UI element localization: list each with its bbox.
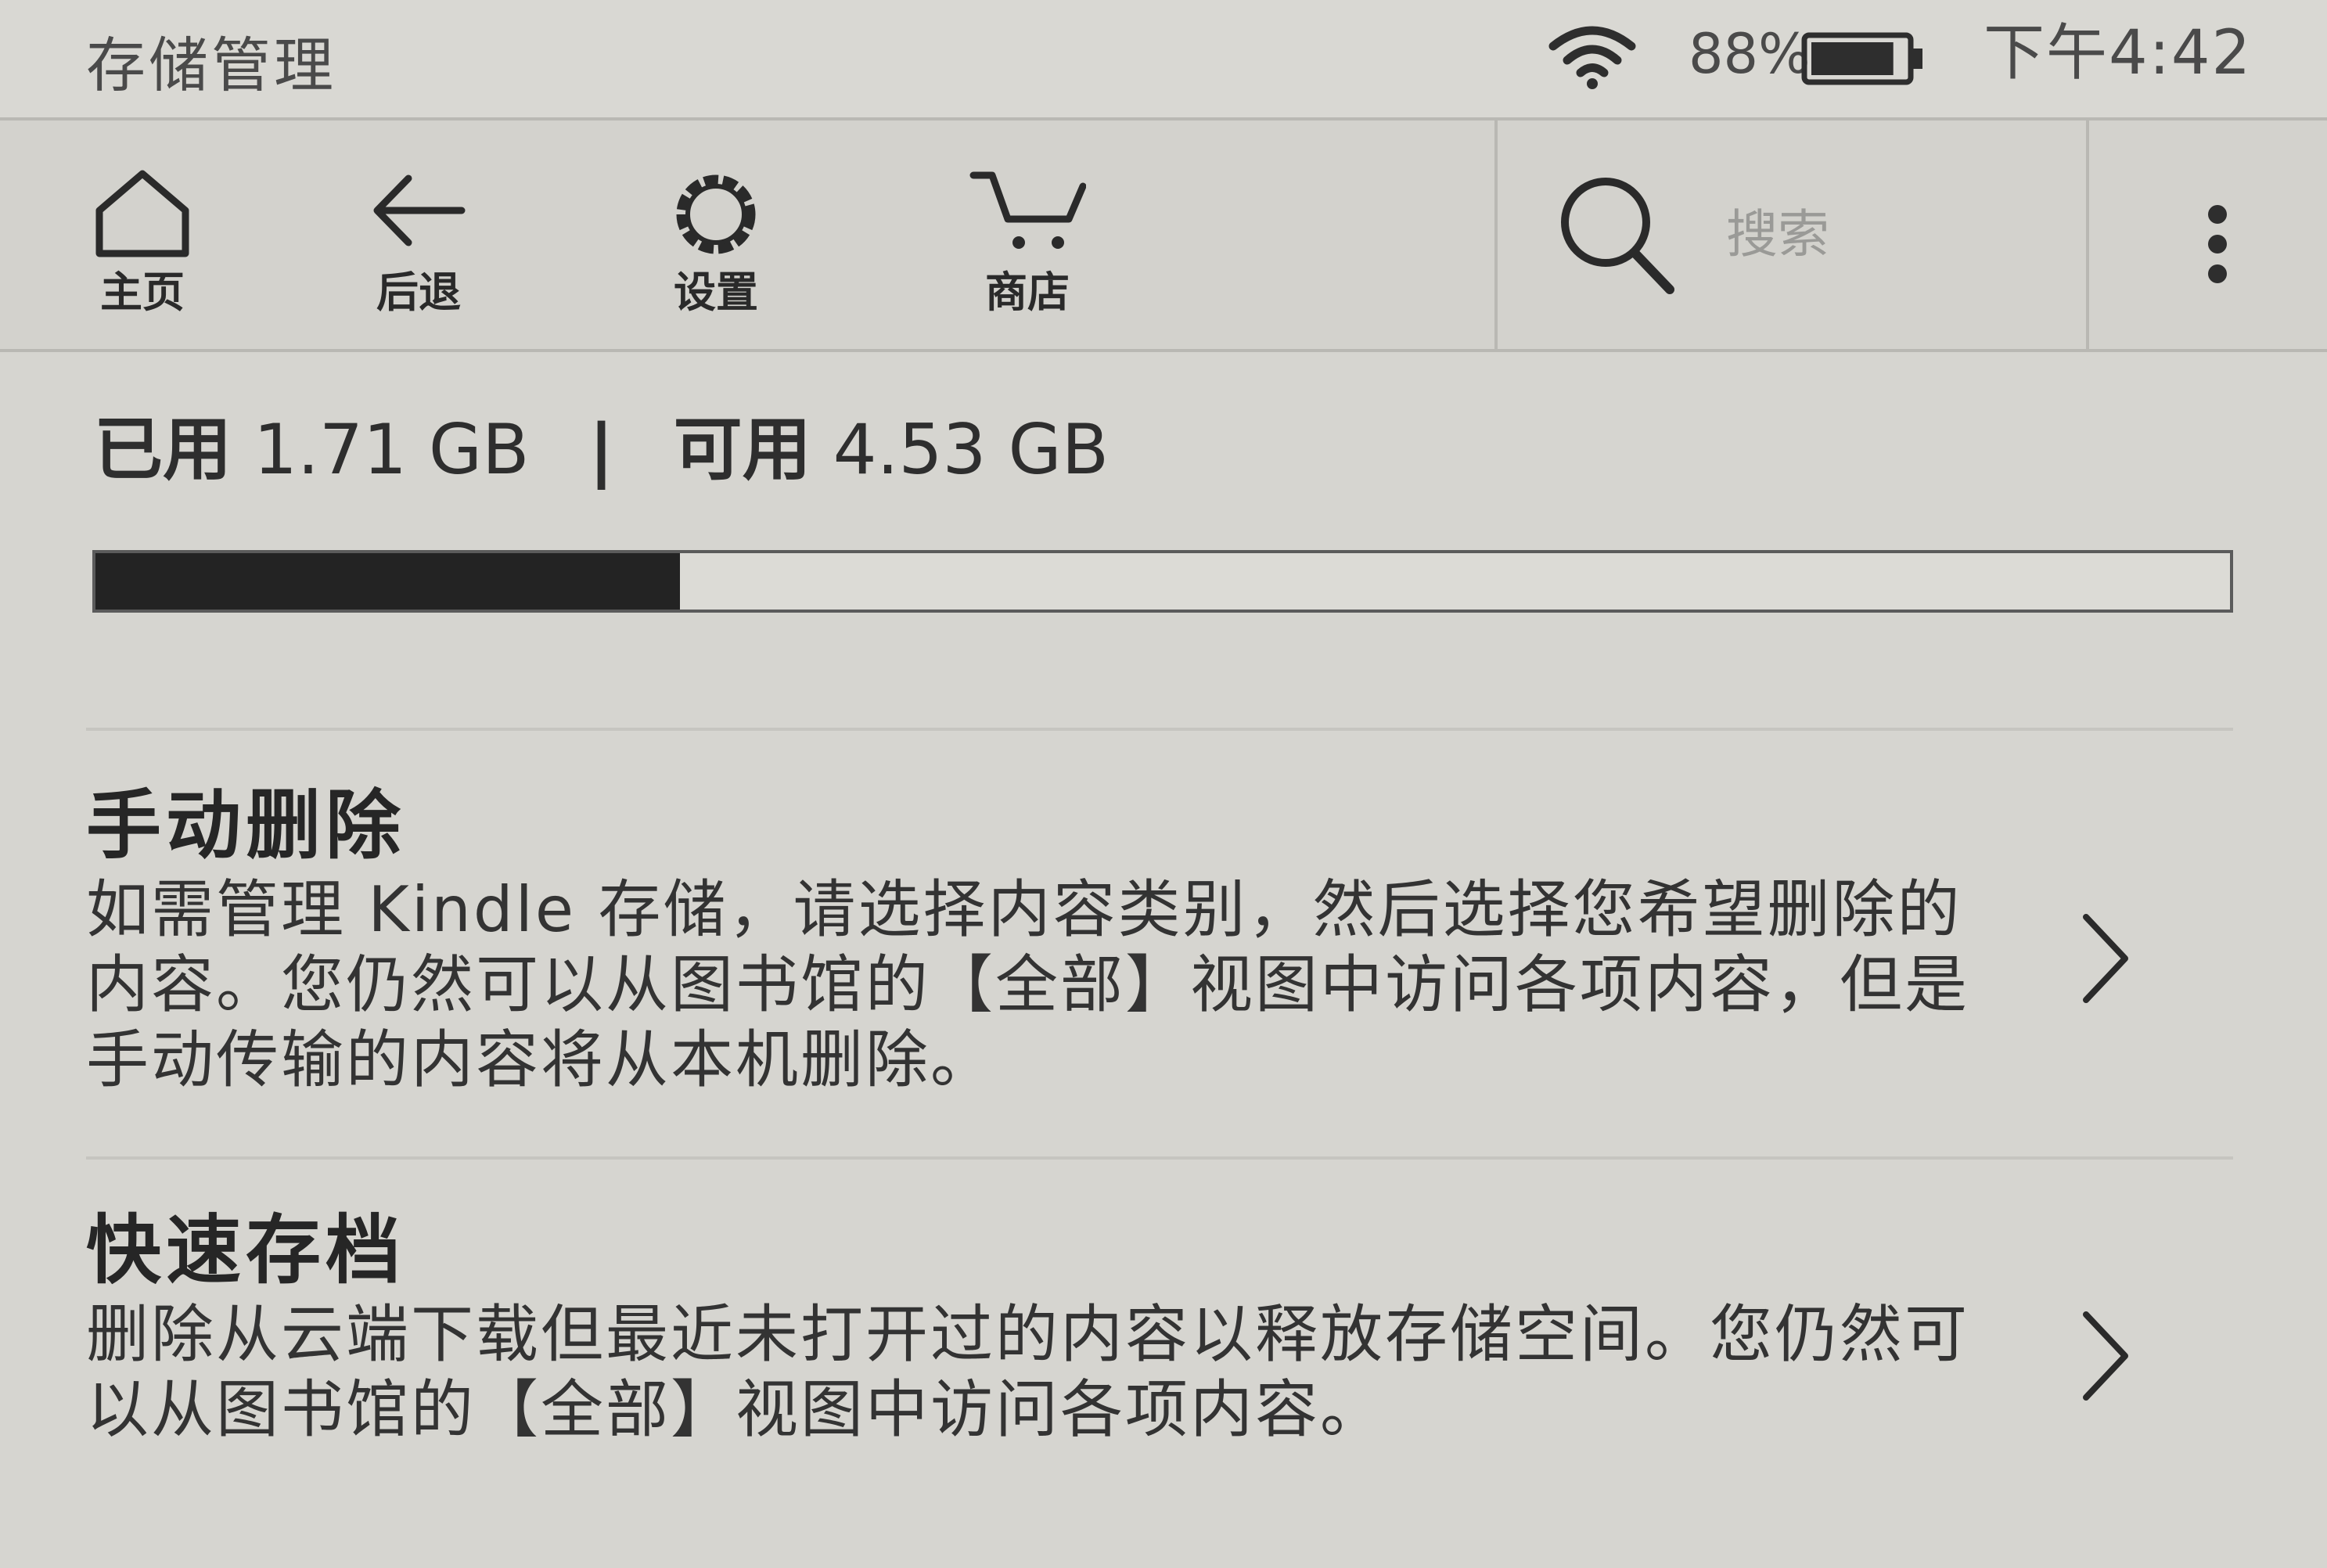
back-button[interactable]: 后退	[336, 120, 501, 349]
storage-usage-bar	[92, 550, 2233, 613]
used-value: 1.71 GB	[254, 409, 530, 490]
home-button-label: 主页	[100, 268, 185, 317]
storage-summary: 已用 1.71 GB | 可用 4.53 GB	[94, 407, 1109, 493]
storage-usage-fill	[95, 553, 681, 610]
battery-percentage: 88%	[1689, 22, 1811, 86]
clock: 下午4:42	[1984, 18, 2253, 88]
battery-icon	[1801, 32, 1922, 85]
search-box[interactable]	[1499, 120, 2086, 349]
storage-separator: |	[588, 409, 614, 490]
search-icon[interactable]	[1554, 167, 1679, 300]
battery-level-fill	[1811, 42, 1894, 75]
cart-icon	[969, 171, 1086, 249]
page-title: 存储管理	[86, 31, 336, 100]
toolbar-divider	[2086, 120, 2089, 349]
chevron-right-icon	[2083, 1311, 2128, 1401]
quick-archive-description: 删除从云端下载但最近未打开过的内容以释放存储空间。您仍然可以从图书馆的【全部】视…	[86, 1298, 1969, 1446]
home-button[interactable]: 主页	[64, 120, 221, 349]
free-value: 4.53 GB	[833, 409, 1110, 490]
toolbar: 主页 后退 设置 商店	[0, 117, 2327, 352]
status-bar: 存储管理 88% 下午4:42	[0, 0, 2327, 117]
divider	[86, 1156, 2233, 1160]
free-label: 可用	[673, 409, 811, 490]
toolbar-divider	[1494, 120, 1498, 349]
settings-button-label: 设置	[674, 268, 758, 317]
back-button-label: 后退	[376, 268, 461, 317]
manual-remove-title: 手动删除	[86, 782, 405, 869]
more-menu-button[interactable]	[2094, 120, 2327, 349]
quick-archive-title: 快速存档	[86, 1207, 405, 1294]
used-label: 已用	[94, 409, 232, 490]
chevron-right-icon	[2083, 914, 2128, 1003]
quick-archive-item[interactable]: 快速存档 删除从云端下载但最近未打开过的内容以释放存储空间。您仍然可以从图书馆的…	[0, 1203, 2327, 1548]
search-input[interactable]	[1726, 199, 2055, 269]
gear-icon	[676, 174, 756, 254]
store-button[interactable]: 商店	[945, 120, 1110, 349]
home-icon	[95, 170, 189, 257]
store-button-label: 商店	[985, 268, 1070, 317]
manual-remove-item[interactable]: 手动删除 如需管理 Kindle 存储，请选择内容类别，然后选择您希望删除的内容…	[0, 779, 2327, 1170]
divider	[86, 728, 2233, 731]
back-arrow-icon	[373, 174, 466, 246]
manual-remove-description: 如需管理 Kindle 存储，请选择内容类别，然后选择您希望删除的内容。您仍然可…	[86, 873, 1969, 1096]
settings-button[interactable]: 设置	[634, 120, 798, 349]
wifi-icon	[1548, 26, 1636, 89]
